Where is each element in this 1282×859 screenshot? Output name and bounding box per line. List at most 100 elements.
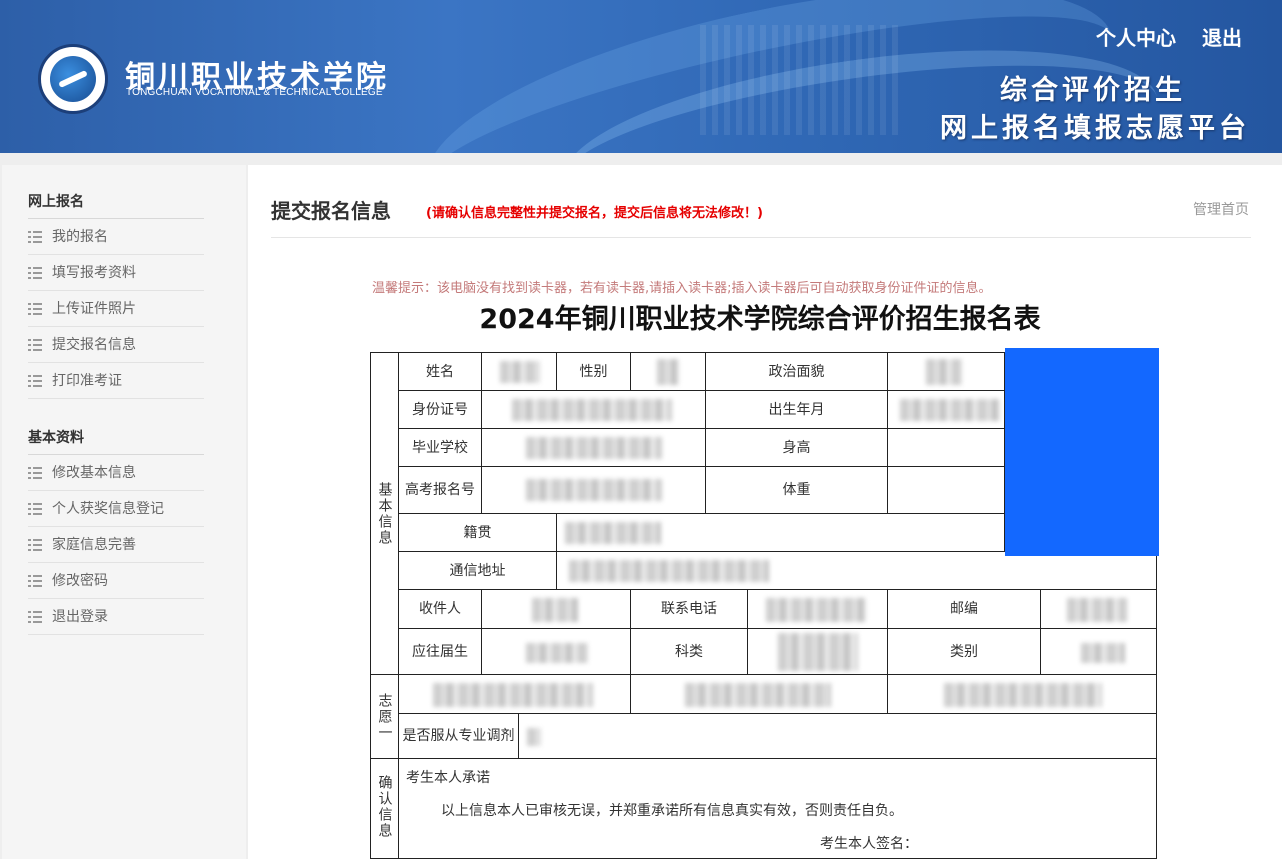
- list-icon: [28, 502, 42, 515]
- admin-home-link[interactable]: 管理首页: [1193, 199, 1249, 219]
- page-title: 提交报名信息: [271, 199, 391, 223]
- sidebar-item-label: 家庭信息完善: [52, 536, 136, 553]
- label-obey-adjust: 是否服从专业调剂: [398, 713, 519, 759]
- sidebar-section-basic-info: 基本资料 修改基本信息 个人获奖信息登记 家庭信息完善 修改密码 退出登录: [28, 421, 204, 635]
- value-height: [887, 428, 1005, 467]
- value-id-number: [481, 390, 706, 429]
- value-grad-type: [481, 628, 631, 675]
- label-height: 身高: [705, 428, 888, 467]
- label-school: 毕业学校: [398, 428, 482, 467]
- value-subject: [747, 628, 888, 675]
- value-postcode: [1040, 589, 1157, 629]
- sidebar-item-label: 打印准考证: [52, 372, 122, 389]
- sidebar-item-family-info[interactable]: 家庭信息完善: [28, 527, 204, 563]
- value-gender: [630, 352, 706, 391]
- section-basic-info: 基本信息: [370, 352, 399, 675]
- list-icon: [28, 230, 42, 243]
- sidebar-item-fill-info[interactable]: 填写报考资料: [28, 255, 204, 291]
- sidebar-item-label: 我的报名: [52, 228, 108, 245]
- signature-label: 考生本人签名：: [820, 836, 918, 852]
- label-birth: 出生年月: [705, 390, 888, 429]
- platform-title-line2: 网上报名填报志愿平台: [940, 113, 1250, 144]
- label-gaokao-no: 高考报名号: [398, 466, 482, 514]
- value-gaokao-no: [481, 466, 706, 514]
- label-id-number: 身份证号: [398, 390, 482, 429]
- sidebar-section-online-apply: 网上报名 我的报名 填写报考资料 上传证件照片 提交报名信息 打印准考证: [28, 185, 204, 399]
- sidebar-item-label: 填写报考资料: [52, 264, 136, 281]
- pledge-title: 考生本人承诺: [406, 770, 490, 786]
- label-subject: 科类: [630, 628, 748, 675]
- value-political: [887, 352, 1005, 391]
- sidebar-item-label: 提交报名信息: [52, 336, 136, 353]
- section-label: 志愿一: [376, 692, 393, 741]
- list-icon: [28, 466, 42, 479]
- value-birth: [887, 390, 1005, 429]
- wish-direction: [887, 674, 1157, 714]
- sidebar-item-label: 个人获奖信息登记: [52, 500, 164, 517]
- form-title: 2024年铜川职业技术学院综合评价招生报名表: [248, 297, 1282, 336]
- sidebar-item-change-password[interactable]: 修改密码: [28, 563, 204, 599]
- college-name-en: TONGCHUAN VOCATIONAL & TECHNICAL COLLEGE: [126, 87, 383, 98]
- label-grad-type: 应往届生: [398, 628, 482, 675]
- card-reader-tip: 温馨提示：该电脑没有找到读卡器，若有读卡器,请插入读卡器;插入读卡器后可自动获取…: [372, 281, 992, 296]
- section-label: 基本信息: [376, 481, 393, 546]
- list-icon: [28, 374, 42, 387]
- value-weight: [887, 466, 1005, 514]
- list-icon: [28, 610, 42, 623]
- main-content: 提交报名信息 (请确认信息完整性并提交报名，提交后信息将无法修改！) 管理首页 …: [248, 165, 1282, 859]
- value-obey-adjust: [518, 713, 1157, 759]
- label-category: 类别: [887, 628, 1041, 675]
- applicant-photo: [1005, 348, 1159, 556]
- sidebar-item-print-ticket[interactable]: 打印准考证: [28, 363, 204, 399]
- sidebar-item-label: 修改基本信息: [52, 464, 136, 481]
- wish-major: [630, 674, 888, 714]
- label-gender: 性别: [556, 352, 631, 391]
- pledge-text: 以上信息本人已审核无误，并郑重承诺所有信息真实有效，否则责任自负。: [441, 803, 903, 819]
- value-phone: [747, 589, 888, 629]
- label-political: 政治面貌: [705, 352, 888, 391]
- value-address: [556, 551, 1157, 590]
- value-native: [556, 513, 1005, 552]
- label-weight: 体重: [705, 466, 888, 514]
- label-postcode: 邮编: [887, 589, 1041, 629]
- list-icon: [28, 338, 42, 351]
- value-recipient: [481, 589, 631, 629]
- label-address: 通信地址: [398, 551, 557, 590]
- value-category: [1040, 628, 1157, 675]
- sidebar-section-title: 网上报名: [28, 185, 204, 219]
- value-school: [481, 428, 706, 467]
- sidebar: 网上报名 我的报名 填写报考资料 上传证件照片 提交报名信息 打印准考证 基本资…: [2, 165, 246, 859]
- sidebar-item-edit-basic-info[interactable]: 修改基本信息: [28, 455, 204, 491]
- list-icon: [28, 538, 42, 551]
- label-recipient: 收件人: [398, 589, 482, 629]
- section-label: 确认信息: [376, 775, 393, 839]
- header-decoration: [700, 25, 900, 135]
- sidebar-item-awards[interactable]: 个人获奖信息登记: [28, 491, 204, 527]
- section-confirm-info: 确认信息: [370, 758, 399, 859]
- divider: [271, 237, 1251, 238]
- label-phone: 联系电话: [630, 589, 748, 629]
- sidebar-item-my-application[interactable]: 我的报名: [28, 219, 204, 255]
- sidebar-section-title: 基本资料: [28, 421, 204, 455]
- sidebar-item-label: 上传证件照片: [52, 300, 136, 317]
- wish-school: [398, 674, 631, 714]
- sidebar-item-submit-info[interactable]: 提交报名信息: [28, 327, 204, 363]
- submit-warning: (请确认信息完整性并提交报名，提交后信息将无法修改！): [426, 206, 763, 221]
- top-links: 个人中心 退出: [1096, 22, 1242, 51]
- personal-center-link[interactable]: 个人中心: [1096, 22, 1176, 51]
- logout-link[interactable]: 退出: [1202, 22, 1242, 51]
- list-icon: [28, 574, 42, 587]
- list-icon: [28, 266, 42, 279]
- page-header: 铜川职业技术学院 TONGCHUAN VOCATIONAL & TECHNICA…: [0, 0, 1282, 153]
- platform-title-line1: 综合评价招生: [1000, 75, 1186, 106]
- sidebar-item-label: 修改密码: [52, 572, 108, 589]
- sidebar-item-sign-out[interactable]: 退出登录: [28, 599, 204, 635]
- college-logo-icon: [38, 44, 108, 114]
- value-name: [481, 352, 557, 391]
- form-title-text: 2024年铜川职业技术学院综合评价招生报名表: [479, 304, 1041, 335]
- list-icon: [28, 302, 42, 315]
- sidebar-item-upload-photo[interactable]: 上传证件照片: [28, 291, 204, 327]
- label-name: 姓名: [398, 352, 482, 391]
- section-wish-one: 志愿一: [370, 674, 399, 759]
- sidebar-item-label: 退出登录: [52, 608, 108, 625]
